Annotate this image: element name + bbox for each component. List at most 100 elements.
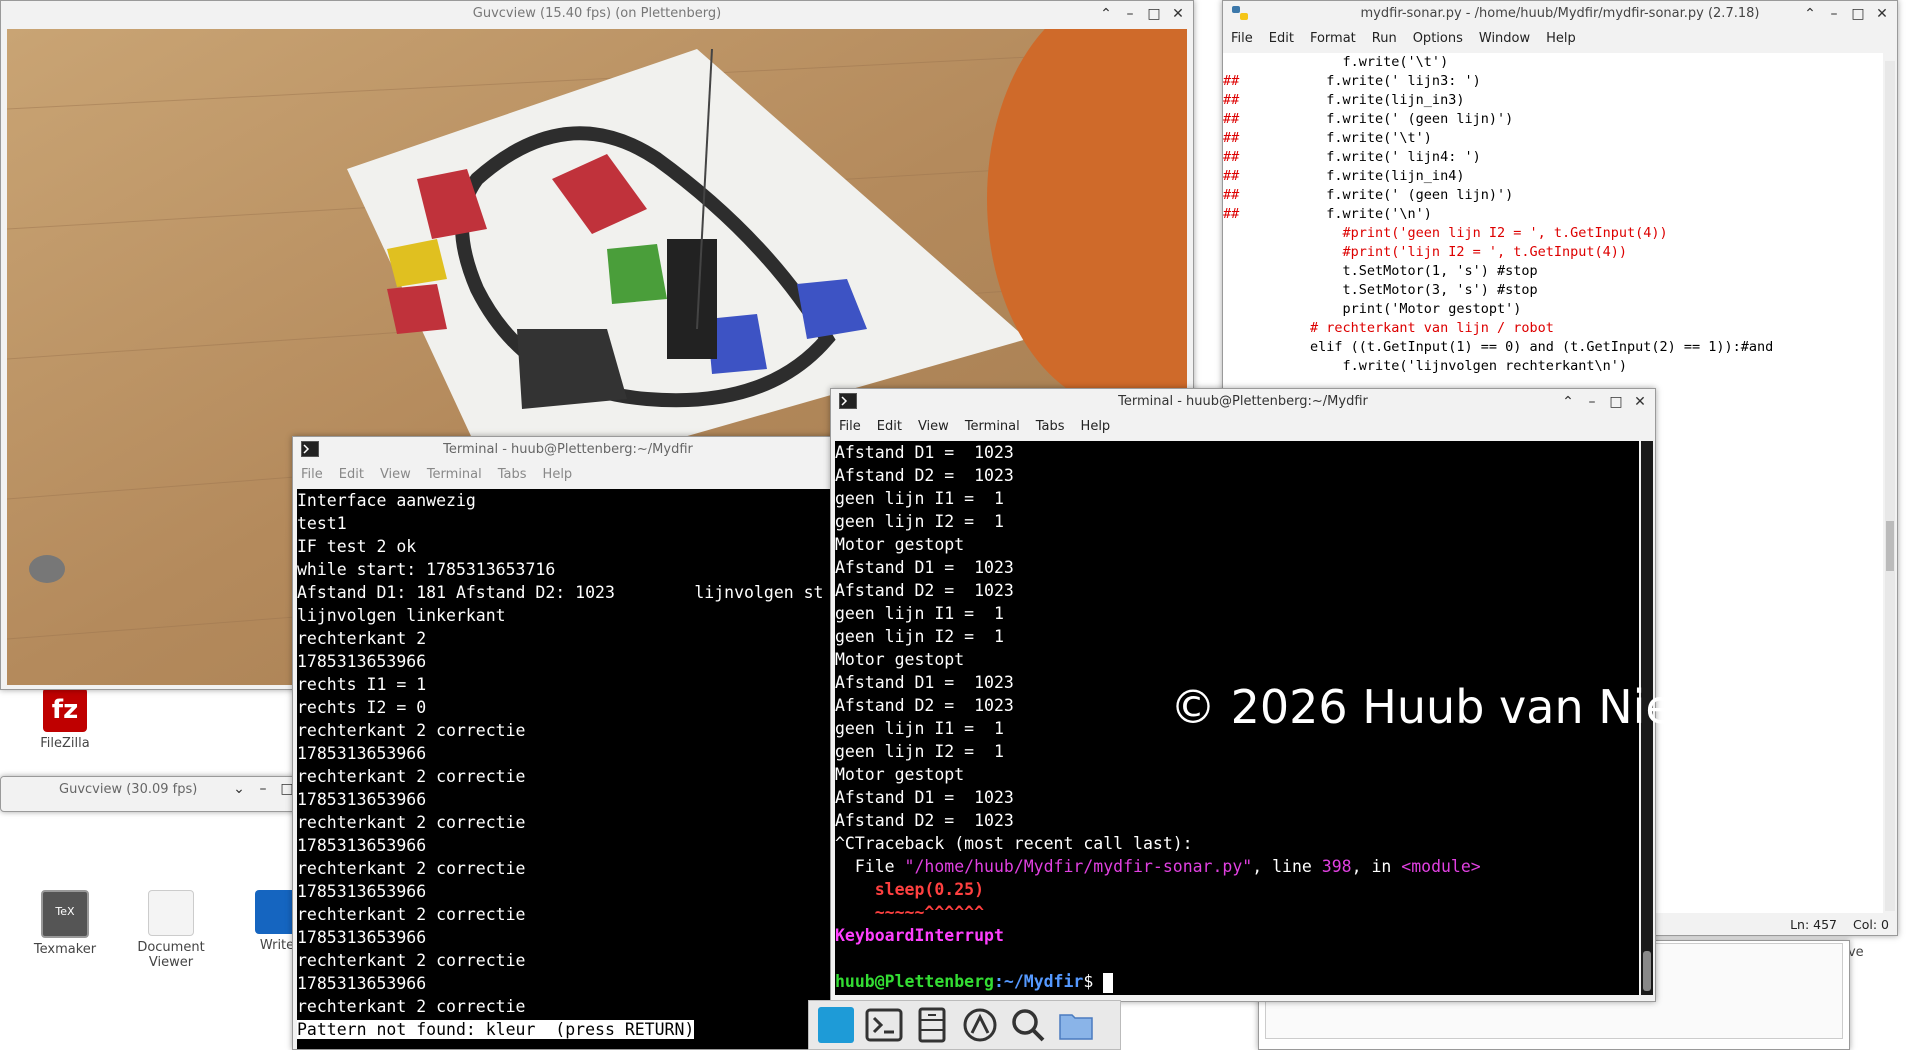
code-text: #print('lijn I2 = ', t.GetInput(4)) (1245, 244, 1628, 260)
maximize-icon[interactable]: □ (1605, 392, 1627, 412)
desktop-icon-document-viewer[interactable]: Document Viewer (126, 890, 216, 970)
minimize-icon[interactable]: – (1581, 392, 1603, 412)
comment-prefix: ## (1223, 111, 1240, 127)
terminal-line: rechterkant 2 (297, 629, 427, 648)
terminal-line: rechts I2 = 0 (297, 698, 427, 717)
filezilla-icon: fz (43, 688, 87, 732)
show-desktop-icon[interactable] (815, 1004, 857, 1046)
terminal-left-window[interactable]: Terminal - huub@Plettenberg:~/Mydfir Fil… (292, 436, 844, 1050)
code-line: #print('lijn I2 = ', t.GetInput(4)) (1223, 243, 1883, 262)
terminal-line: ^CTraceback (most recent call last): (835, 834, 1193, 853)
menu-edit[interactable]: Edit (869, 415, 910, 438)
code-text: f.write('lijnvolgen rechterkant\n') (1245, 358, 1628, 374)
texmaker-icon: TeX (41, 890, 89, 938)
code-text: f.write(lijn_in4) (1245, 168, 1465, 184)
terminal-line: 1785313653966 (297, 928, 427, 947)
window-title: mydfir-sonar.py - /home/huub/Mydfir/mydf… (1360, 6, 1760, 21)
code-text: f.write('\n') (1245, 206, 1432, 222)
document-viewer-icon (148, 890, 194, 936)
close-icon[interactable]: ✕ (1167, 4, 1189, 24)
code-line: ## f.write('\n') (1223, 205, 1883, 224)
prompt-sign: $ (1083, 972, 1104, 991)
terminal-line: 1785313653966 (297, 836, 427, 855)
folder-icon[interactable] (1055, 1004, 1097, 1046)
code-line: ## f.write(lijn_in4) (1223, 167, 1883, 186)
comment-prefix: ## (1223, 73, 1240, 89)
menu-help[interactable]: Help (535, 463, 581, 486)
close-icon[interactable]: ✕ (1871, 4, 1893, 24)
editor-scrollbar[interactable] (1885, 61, 1895, 911)
terminal-line: Motor gestopt (835, 535, 965, 554)
maximize-icon[interactable]: □ (1143, 4, 1165, 24)
terminal-line: lijnvolgen linkerkant (297, 606, 506, 625)
menu-file[interactable]: File (293, 463, 331, 486)
menu-view[interactable]: View (372, 463, 419, 486)
terminal-line: 1785313653966 (297, 652, 427, 671)
terminal-right-menubar: File Edit View Terminal Tabs Help (831, 415, 1655, 439)
code-text: # rechterkant van lijn / robot (1245, 320, 1554, 336)
guvcview-main-titlebar[interactable]: Guvcview (15.40 fps) (on Plettenberg) ⌃ … (1, 1, 1193, 27)
web-browser-icon[interactable] (959, 1004, 1001, 1046)
chevron-up-icon[interactable]: ⌃ (1095, 4, 1117, 24)
desktop-icon-filezilla[interactable]: fz FileZilla (20, 688, 110, 751)
code-text: f.write('\t') (1245, 130, 1432, 146)
terminal-line: Afstand D2 = 1023 (835, 811, 1014, 830)
code-line: f.write('lijnvolgen rechterkant\n') (1223, 357, 1883, 376)
guvcview-small-titlebar[interactable]: Guvcview (30.09 fps) ⌄ – □ ✕ (1, 777, 326, 803)
terminal-line: ~~~~~^^^^^^ (835, 901, 1639, 924)
pager-prompt-text: Pattern not found: kleur (press RETURN) (297, 1020, 695, 1039)
guvcview-small-window[interactable]: Guvcview (30.09 fps) ⌄ – □ ✕ (0, 776, 327, 812)
menu-view[interactable]: View (910, 415, 957, 438)
menu-edit[interactable]: Edit (331, 463, 372, 486)
menu-file[interactable]: File (831, 415, 869, 438)
menu-run[interactable]: Run (1364, 27, 1405, 50)
terminal-line: KeyboardInterrupt (835, 924, 1639, 947)
comment-prefix: ## (1223, 168, 1240, 184)
traceback-error: KeyboardInterrupt (835, 926, 1004, 945)
menu-help[interactable]: Help (1538, 27, 1584, 50)
copyright-watermark: © 2026 Huub van Niekerk (1170, 680, 1773, 734)
menu-format[interactable]: Format (1302, 27, 1364, 50)
menu-edit[interactable]: Edit (1261, 27, 1302, 50)
minimize-icon[interactable]: – (252, 779, 274, 799)
idle-titlebar[interactable]: mydfir-sonar.py - /home/huub/Mydfir/mydf… (1223, 1, 1897, 27)
code-text: f.write(' lijn4: ') (1245, 149, 1481, 165)
scrollbar-thumb[interactable] (1643, 951, 1651, 991)
terminal-left-output[interactable]: Interface aanwezig test1 IF test 2 ok while… (297, 489, 843, 1049)
terminal-line: Afstand D2 = 1023 (835, 581, 1014, 600)
comment-prefix: ## (1223, 187, 1240, 203)
minimize-icon[interactable]: – (1119, 4, 1141, 24)
terminal-line: geen lijn I2 = 1 (835, 742, 1004, 761)
code-text: t.SetMotor(1, 's') #stop (1245, 263, 1538, 279)
menu-terminal[interactable]: Terminal (957, 415, 1028, 438)
comment-prefix: ## (1223, 130, 1240, 146)
minimize-icon[interactable]: – (1823, 4, 1845, 24)
terminal-line: rechterkant 2 correctie (297, 721, 526, 740)
scrollbar-thumb[interactable] (1886, 521, 1894, 571)
menu-file[interactable]: File (1223, 27, 1261, 50)
menu-options[interactable]: Options (1405, 27, 1471, 50)
chevron-up-icon[interactable]: ⌃ (1557, 392, 1579, 412)
code-text: f.write(lijn_in3) (1245, 92, 1465, 108)
traceback-line-number: 398 (1321, 857, 1352, 876)
traceback-file-prefix: File (835, 857, 905, 876)
terminal-right-titlebar[interactable]: Terminal - huub@Plettenberg:~/Mydfir ⌃ –… (831, 389, 1655, 415)
chevron-up-icon[interactable]: ⌃ (1799, 4, 1821, 24)
menu-help[interactable]: Help (1073, 415, 1119, 438)
menu-terminal[interactable]: Terminal (419, 463, 490, 486)
traceback-line-label: , line (1252, 857, 1322, 876)
file-cabinet-icon[interactable] (911, 1004, 953, 1046)
close-icon[interactable]: ✕ (1629, 392, 1651, 412)
menu-tabs[interactable]: Tabs (1028, 415, 1073, 438)
terminal-left-titlebar[interactable]: Terminal - huub@Plettenberg:~/Mydfir (293, 437, 843, 463)
chevron-down-icon[interactable]: ⌄ (228, 779, 250, 799)
traceback-module: <module> (1401, 857, 1481, 876)
terminal-launcher-icon[interactable] (863, 1004, 905, 1046)
search-icon[interactable] (1007, 1004, 1049, 1046)
maximize-icon[interactable]: □ (1847, 4, 1869, 24)
terminal-line: geen lijn I1 = 1 (835, 489, 1004, 508)
desktop-icon-texmaker[interactable]: TeX Texmaker (20, 890, 110, 957)
menu-tabs[interactable]: Tabs (490, 463, 535, 486)
terminal-line: Motor gestopt (835, 650, 965, 669)
menu-window[interactable]: Window (1471, 27, 1538, 50)
